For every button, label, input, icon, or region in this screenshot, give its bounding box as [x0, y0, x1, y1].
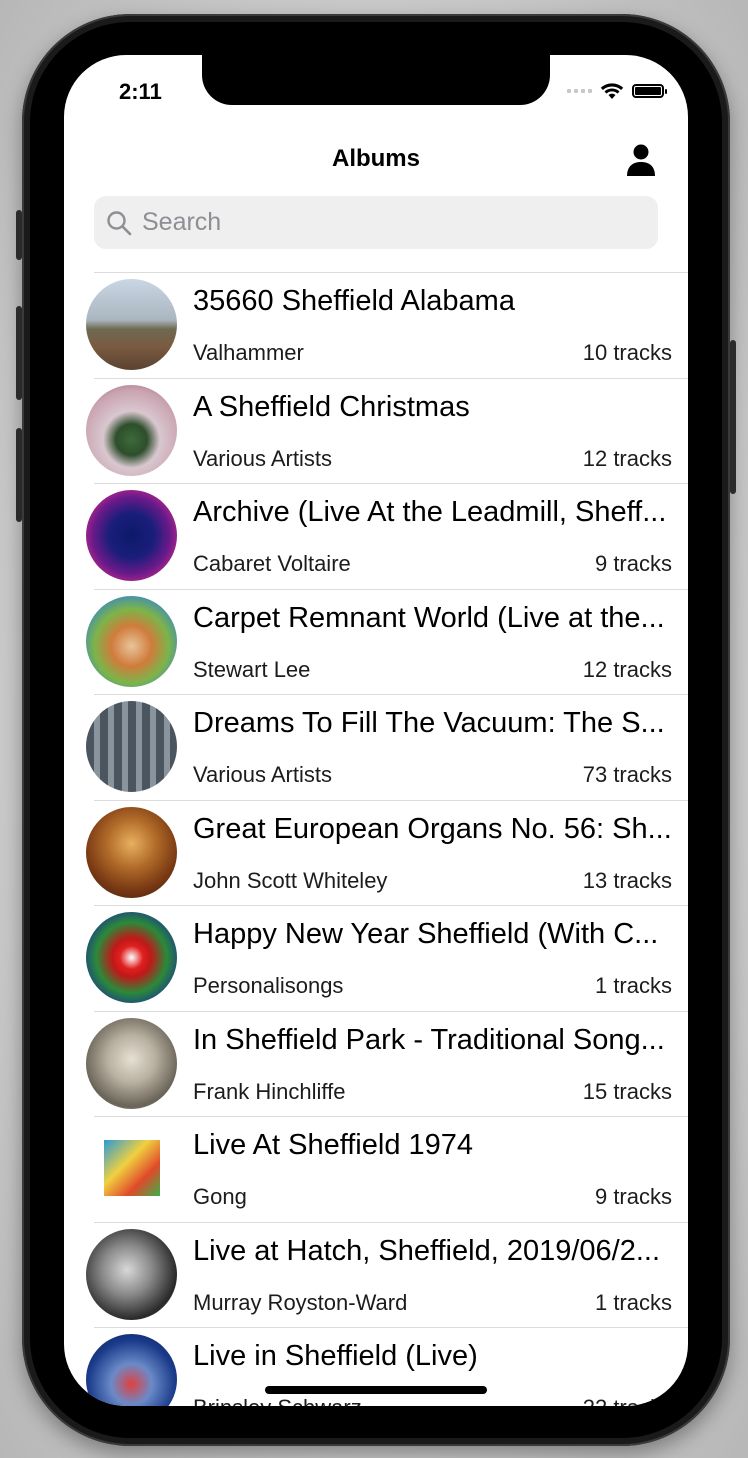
album-artwork [86, 806, 177, 898]
volume-down-button [16, 428, 22, 522]
track-count: 10 tracks [582, 340, 672, 365]
divider [94, 905, 688, 906]
album-title: Live at Hatch, Sheffield, 2019/06/2... [193, 1234, 661, 1267]
track-count: 15 tracks [582, 1078, 672, 1104]
list-item[interactable]: A Sheffield Christmas Various Artists 12… [64, 377, 688, 484]
album-title: Archive (Live At the Leadmill, Sheff... [193, 496, 667, 528]
page-title: Albums [331, 145, 420, 172]
album-title: A Sheffield Christmas [193, 390, 470, 423]
divider [94, 694, 688, 695]
album-artwork [86, 490, 177, 581]
album-title: Dreams To Fill The Vacuum: The S... [193, 707, 665, 739]
album-artist: Various Artists [193, 445, 332, 471]
album-title: Live in Sheffield (Live) [193, 1340, 478, 1372]
album-title: Great European Organs No. 56: Sh... [193, 812, 672, 845]
album-artist: Cabaret Voltaire [193, 551, 351, 576]
album-artwork [86, 279, 177, 370]
album-artist: Frank Hinchliffe [193, 1078, 346, 1104]
power-button [730, 340, 736, 494]
divider [94, 1221, 688, 1223]
list-item[interactable]: Dreams To Fill The Vacuum: The S... Vari… [64, 694, 688, 800]
divider [94, 799, 688, 801]
album-artwork [86, 912, 177, 1003]
status-indicators [567, 81, 667, 101]
album-list: 35660 Sheffield Alabama Valhammer 10 tra… [64, 272, 688, 1406]
divider [94, 272, 688, 273]
track-count: 9 tracks [594, 551, 672, 576]
album-artist: Personalisongs [193, 973, 344, 998]
divider [94, 588, 688, 590]
search-icon [107, 210, 132, 235]
list-item[interactable]: Live At Sheffield 1974 Gong 9 tracks [64, 1116, 688, 1222]
notch [202, 55, 550, 105]
track-count: 1 tracks [594, 1289, 672, 1315]
track-count: 73 tracks [582, 762, 672, 787]
list-item[interactable]: Great European Organs No. 56: Sh... John… [64, 799, 688, 906]
track-count: 13 tracks [582, 867, 672, 893]
album-title: Live At Sheffield 1974 [193, 1129, 474, 1161]
home-indicator[interactable] [265, 1386, 487, 1394]
divider [94, 1327, 688, 1328]
list-item[interactable]: Archive (Live At the Leadmill, Sheff... … [64, 483, 688, 589]
album-artist: Valhammer [193, 340, 304, 365]
album-artwork [86, 1228, 177, 1320]
app-screen: 2:11 Albums Search 35660 Sheffield Alaba… [64, 55, 688, 1406]
divider [94, 1116, 688, 1117]
person-icon[interactable] [625, 143, 657, 177]
album-artwork [86, 384, 177, 476]
wifi-icon [600, 83, 624, 99]
list-item[interactable]: 35660 Sheffield Alabama Valhammer 10 tra… [64, 272, 688, 378]
album-artist: Stewart Lee [193, 656, 311, 682]
status-time: 2:11 [119, 79, 162, 104]
list-item[interactable]: Live in Sheffield (Live) Brinsley Schwar… [64, 1327, 688, 1406]
cellular-signal-icon [567, 89, 592, 93]
track-count: 12 tracks [582, 656, 672, 682]
album-title: 35660 Sheffield Alabama [193, 285, 515, 317]
album-artwork [86, 595, 177, 687]
list-item[interactable]: Live at Hatch, Sheffield, 2019/06/2... M… [64, 1221, 688, 1328]
album-artist: Brinsley Schwarz [193, 1395, 362, 1406]
list-item[interactable]: Carpet Remnant World (Live at the... Ste… [64, 588, 688, 695]
album-title: Carpet Remnant World (Live at the... [193, 601, 665, 634]
album-artist: Gong [193, 1184, 247, 1209]
album-artwork [86, 1334, 177, 1406]
volume-up-button [16, 306, 22, 400]
mute-switch [16, 210, 22, 260]
battery-icon [632, 84, 667, 98]
album-artwork [86, 1017, 177, 1109]
divider [94, 483, 688, 484]
track-count: 22 tracks [583, 1395, 672, 1406]
track-count: 12 tracks [582, 445, 672, 471]
album-artwork [86, 701, 177, 792]
track-count: 1 tracks [594, 973, 672, 998]
search-placeholder: Search [142, 208, 222, 236]
album-title: Happy New Year Sheffield (With C... [193, 918, 659, 950]
album-title: In Sheffield Park - Traditional Song... [193, 1023, 665, 1056]
album-artwork [104, 1140, 160, 1196]
search-input[interactable]: Search [94, 196, 658, 249]
album-artist: Various Artists [193, 762, 332, 787]
divider [94, 1010, 688, 1012]
album-artist: Murray Royston-Ward [193, 1289, 408, 1315]
list-item[interactable]: Happy New Year Sheffield (With C... Pers… [64, 905, 688, 1011]
list-item[interactable]: In Sheffield Park - Traditional Song... … [64, 1010, 688, 1117]
divider [94, 377, 688, 379]
album-artist: John Scott Whiteley [193, 867, 388, 893]
track-count: 9 tracks [594, 1184, 672, 1209]
